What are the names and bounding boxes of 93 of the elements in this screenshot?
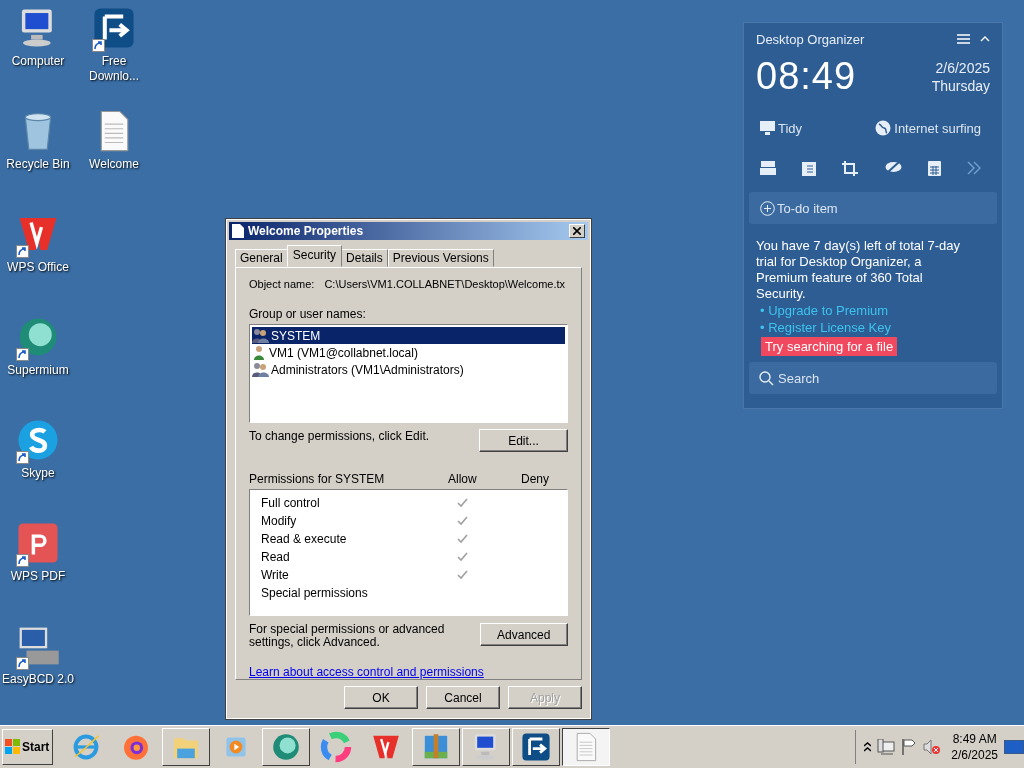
app-icon [270, 731, 302, 763]
double-caret-icon [864, 742, 872, 752]
plus-circle-icon [760, 200, 775, 216]
permission-name: Read & execute [261, 532, 348, 547]
tab[interactable]: Security [286, 245, 343, 267]
app-icon [320, 731, 352, 763]
tray-button[interactable] [877, 739, 896, 755]
double-chevron-icon [966, 161, 981, 175]
desktop-icon-label[interactable]: WPS Office [7, 260, 69, 275]
permission-name: Modify [261, 514, 298, 529]
users-icon [252, 328, 269, 343]
field-label: Object name: [249, 278, 315, 290]
field-label: Group or user names: [249, 307, 367, 321]
search-icon [759, 371, 774, 386]
shortcut-arrow-icon [16, 657, 29, 670]
tray-clock[interactable]: 8:49 AM 2/6/2025 [951, 731, 998, 763]
app-icon [520, 731, 552, 763]
tray-button[interactable] [901, 739, 918, 755]
app-icon [15, 520, 61, 566]
advanced-button[interactable]: Advanced [479, 623, 568, 646]
permission-name: Special permissions [261, 586, 369, 601]
clock-time: 08:49 [756, 55, 857, 98]
permission-name: Write [261, 568, 290, 583]
desktop-icon-label[interactable]: EasyBCD 2.0 [2, 672, 74, 687]
users-icon [252, 362, 269, 377]
shortcut-button[interactable]: Internet surfing [875, 120, 981, 136]
network-icon [877, 739, 896, 755]
notebook-icon [802, 161, 817, 176]
edit-button[interactable]: Edit... [479, 429, 568, 453]
desktop-icon-label[interactable]: Welcome [89, 157, 139, 172]
show-hidden-icons-button[interactable] [864, 742, 872, 752]
user-list-item[interactable]: SYSTEM [252, 327, 565, 344]
close-button[interactable] [569, 224, 585, 238]
help-link[interactable]: Learn about access control and permissions [249, 665, 484, 679]
menu-icon[interactable] [957, 34, 970, 44]
toolbar-button[interactable] [760, 161, 776, 176]
user-list-item[interactable]: VM1 (VM1@collabnet.local) [252, 344, 565, 361]
upsell-link[interactable]: • Register License Key [760, 319, 997, 336]
dialog-button[interactable]: OK [344, 686, 418, 709]
hidden-eye-icon [884, 161, 902, 173]
toolbar-button[interactable] [927, 161, 941, 176]
desktop-icon-label[interactable]: Supermium [7, 363, 69, 378]
clock-date: 2/6/2025 [935, 58, 990, 77]
speaker-muted-icon [923, 739, 942, 755]
toolbar-button[interactable] [842, 161, 859, 176]
tab[interactable]: General [235, 249, 288, 267]
hint-text: To change permissions, click Edit. [249, 429, 430, 444]
upsell-link[interactable]: • Upgrade to Premium [760, 302, 997, 319]
shortcut-arrow-icon [16, 245, 29, 258]
window-title: Welcome Properties [248, 224, 365, 238]
flag-icon [901, 739, 918, 755]
hint-text: For special permissions or advanced settings, click Advanced. [249, 623, 446, 649]
object-name: C:\Users\VM1.COLLABNET\Desktop\Welcome.tx [324, 278, 566, 290]
search-field[interactable]: Search [749, 362, 997, 394]
document-icon [232, 224, 244, 238]
tray-button[interactable] [923, 739, 942, 755]
monitor-icon [760, 121, 775, 135]
shortcut-arrow-icon [16, 451, 29, 464]
panel-title: Desktop Organizer [756, 31, 866, 47]
tab[interactable]: Details [341, 249, 388, 267]
toolbar-button[interactable] [802, 161, 817, 176]
user-list-item[interactable]: Administrators (VM1\Administrators) [252, 361, 565, 378]
windows-logo-icon [5, 739, 21, 755]
permissions-label: Permissions for SYSTEM [249, 472, 386, 487]
shortcut-arrow-icon [16, 554, 29, 567]
column-header: Allow [448, 472, 478, 487]
permission-name: Full control [261, 496, 321, 511]
tooltip: Try searching for a file [761, 337, 898, 356]
collapse-icon[interactable] [980, 36, 990, 42]
shortcut-arrow-icon [92, 39, 105, 52]
calculator-icon [927, 161, 941, 176]
column-header: Deny [520, 472, 550, 487]
desktop-icon-label[interactable]: Free Downlo... [77, 54, 151, 84]
permission-name: Read [261, 550, 291, 565]
taskbar-app-button[interactable] [562, 728, 610, 766]
trial-message: You have 7 day(s) left of total 7-day trial for Desktop Organizer, a Premium feature of 360 Total Security. [756, 238, 962, 302]
desktop-icon [1004, 740, 1024, 754]
desktop-icon-label[interactable]: Computer [11, 54, 65, 69]
crop-icon [842, 161, 859, 176]
shortcut-button[interactable]: Tidy [760, 120, 803, 136]
shortcut-arrow-icon [16, 348, 29, 361]
desktop-icon-label[interactable]: WPS PDF [10, 569, 66, 584]
weekday: Thursday [931, 76, 990, 95]
todo-button[interactable]: To-do item [749, 192, 997, 224]
start-button[interactable]: Start [2, 729, 53, 765]
scanner-icon [760, 161, 776, 175]
desktop-icon-label[interactable]: Recycle Bin [6, 157, 70, 172]
app-icon [91, 5, 137, 51]
desktop-icon-label[interactable]: Skype [21, 466, 55, 481]
dialog-button[interactable]: Cancel [426, 686, 500, 709]
close-icon [573, 227, 581, 235]
tab[interactable]: Previous Versions [387, 249, 494, 267]
user-icon [252, 345, 267, 360]
